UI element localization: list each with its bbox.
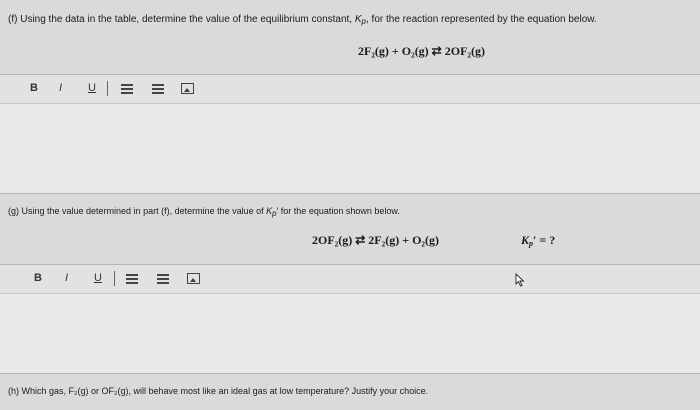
part-g-equation: 2OF₂(g) ⇄ 2F₂(g) + O₂(g): [312, 233, 439, 247]
bold-button[interactable]: B: [34, 272, 42, 284]
bulleted-list-icon[interactable]: [121, 84, 133, 94]
part-f-question-suffix: , for the reaction represented by the eq…: [366, 14, 597, 25]
part-f-kp: K: [354, 14, 362, 25]
kp-prime-k: K: [521, 233, 530, 247]
part-g-question-suffix: ′ for the equation shown below.: [276, 206, 400, 216]
underline-button[interactable]: U: [94, 272, 102, 284]
italic-button[interactable]: I: [65, 272, 68, 284]
part-g-question: (g) Using the value determined in part (…: [8, 206, 400, 218]
numbered-list-icon[interactable]: [157, 274, 169, 284]
bold-button[interactable]: B: [30, 82, 38, 94]
part-f-equation: 2F₂(g) + O₂(g) ⇄ 2OF₂(g): [358, 44, 485, 58]
bulleted-list-icon[interactable]: [126, 274, 138, 284]
numbered-list-icon[interactable]: [152, 84, 164, 94]
underline-button[interactable]: U: [88, 82, 96, 94]
part-g-kp-prime: Kp′ = ?: [521, 233, 555, 248]
mouse-pointer-icon: [515, 273, 525, 287]
part-f-question-prefix: (f) Using the data in the table, determi…: [8, 14, 355, 25]
part-h-question: (h) Which gas, F₂(g) or OF₂(g), will beh…: [8, 386, 429, 396]
part-g-question-prefix: (g) Using the value determined in part (…: [8, 206, 267, 216]
answer-text-area-g[interactable]: [0, 294, 700, 372]
kp-prime-rest: ′ = ?: [533, 233, 556, 247]
answer-text-area-f[interactable]: [0, 104, 700, 192]
toolbar-divider: [107, 81, 108, 96]
editor-toolbar-f: B I U: [0, 75, 700, 104]
insert-image-icon[interactable]: [181, 83, 194, 94]
italic-button[interactable]: I: [59, 82, 62, 94]
answer-editor-g: B I U: [0, 264, 700, 374]
part-f-question: (f) Using the data in the table, determi…: [8, 14, 597, 26]
answer-editor-f: B I U: [0, 74, 700, 194]
editor-toolbar-g: B I U: [0, 265, 700, 294]
insert-image-icon[interactable]: [187, 273, 200, 284]
toolbar-divider: [114, 271, 115, 286]
